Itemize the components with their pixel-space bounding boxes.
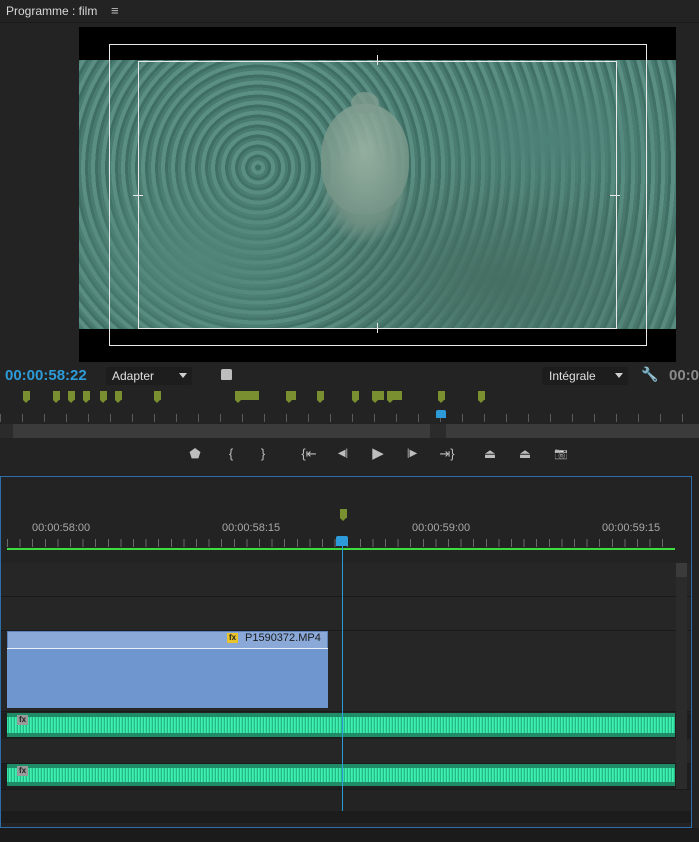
lift-icon: ⏏ <box>483 446 497 461</box>
mark-out-button[interactable]: } <box>252 446 274 462</box>
go-to-out-icon: ⇥} <box>439 446 455 461</box>
playhead-timecode[interactable]: 00:00:58:22 <box>5 367 87 384</box>
audio-track-gap <box>1 739 691 764</box>
timeline-marker[interactable] <box>100 391 107 403</box>
step-forward-button[interactable]: |▶ <box>401 446 423 462</box>
scrollbar-thumb[interactable] <box>13 424 430 438</box>
extract-icon: ⏏ <box>518 446 532 461</box>
timeline-marker[interactable] <box>154 391 161 403</box>
audio-clip[interactable]: fx <box>7 713 675 737</box>
lift-button[interactable]: ⏏ <box>479 446 501 462</box>
panel-tab-bar: Programme : film ≡ <box>0 0 699 23</box>
program-monitor-panel: Programme : film ≡ 00:00:58:22 Adapter I… <box>0 0 699 470</box>
marker-icon[interactable] <box>221 369 232 380</box>
work-area-bar[interactable] <box>7 548 675 550</box>
ruler-label: 00:00:58:00 <box>32 522 91 534</box>
playhead-line[interactable] <box>342 545 343 813</box>
opacity-line[interactable] <box>7 648 328 649</box>
timeline-marker[interactable] <box>478 391 485 403</box>
audio-waveform <box>7 717 675 733</box>
marker-icon: ⬟ <box>189 446 201 461</box>
wrench-icon[interactable]: 🔧 <box>641 366 658 383</box>
play-icon: ▶ <box>372 445 384 462</box>
fx-badge-icon[interactable]: fx <box>17 715 28 725</box>
video-clip-name: P1590372.MP4 <box>245 632 321 644</box>
timeline-marker[interactable] <box>83 391 90 403</box>
timeline-marker[interactable] <box>372 391 384 403</box>
ruler-label: 00:00:58:15 <box>222 522 281 534</box>
step-forward-icon: |▶ <box>406 448 418 459</box>
go-to-out-button[interactable]: ⇥} <box>436 446 458 462</box>
camera-icon: 📷 <box>554 448 568 460</box>
panel-title[interactable]: Programme : film <box>6 4 97 18</box>
mark-in-icon: { <box>228 446 234 461</box>
horizontal-scrollbar[interactable] <box>1 811 691 823</box>
timeline-marker[interactable] <box>340 509 347 521</box>
duration-timecode[interactable]: 00:0 <box>669 367 699 384</box>
extract-button[interactable]: ⏏ <box>514 446 536 462</box>
timeline-panel: 00:00:58:00 00:00:58:15 00:00:59:00 00:0… <box>0 476 692 828</box>
play-button[interactable]: ▶ <box>367 446 389 462</box>
timeline-marker[interactable] <box>387 391 402 403</box>
ruler-label: 00:00:59:00 <box>412 522 471 534</box>
safe-tick-bottom <box>377 323 378 333</box>
step-back-button[interactable]: ◀| <box>332 446 354 462</box>
mark-in-button[interactable]: { <box>220 446 242 462</box>
zoom-scrollbar[interactable] <box>0 424 699 438</box>
safe-tick-top <box>377 55 378 65</box>
audio-clip[interactable]: fx <box>7 764 675 786</box>
bottom-bar <box>0 828 699 842</box>
video-clip-body <box>7 649 328 708</box>
hamburger-menu-icon[interactable]: ≡ <box>111 3 119 18</box>
safe-tick-right <box>610 195 620 196</box>
mini-playhead[interactable] <box>436 410 446 418</box>
quality-dropdown-label: Intégrale <box>549 369 596 383</box>
timeline-ruler[interactable]: 00:00:58:00 00:00:58:15 00:00:59:00 00:0… <box>1 477 691 551</box>
ruler-label: 00:00:59:15 <box>602 522 661 534</box>
scrollbar-track <box>446 424 699 438</box>
mark-out-icon: } <box>260 446 266 461</box>
title-safe-margin <box>138 61 617 329</box>
playback-quality-dropdown[interactable]: Intégrale <box>542 367 628 385</box>
timeline-marker[interactable] <box>317 391 324 403</box>
timeline-marker[interactable] <box>115 391 122 403</box>
timeline-marker[interactable] <box>286 391 296 403</box>
video-track-v2[interactable] <box>1 597 691 631</box>
fx-badge-icon[interactable]: fx <box>17 766 28 776</box>
video-track-v3[interactable] <box>1 563 691 597</box>
fit-dropdown-label: Adapter <box>112 369 155 383</box>
transport-controls: ⬟ { } {⇤ ◀| ▶ |▶ ⇥} ⏏ ⏏ 📷 <box>0 442 699 468</box>
scrollbar-thumb[interactable] <box>676 563 687 577</box>
audio-waveform <box>7 768 675 782</box>
chevron-down-icon <box>615 373 623 378</box>
export-frame-button[interactable]: 📷 <box>550 446 572 462</box>
safe-tick-left <box>133 195 143 196</box>
fit-dropdown[interactable]: Adapter <box>106 367 192 385</box>
timeline-marker[interactable] <box>235 391 259 403</box>
go-to-in-icon: {⇤ <box>301 446 317 461</box>
timeline-marker[interactable] <box>438 391 445 403</box>
fx-badge-icon[interactable]: fx <box>227 633 238 643</box>
timeline-marker[interactable] <box>23 391 30 403</box>
video-frame[interactable] <box>79 27 676 362</box>
vertical-scrollbar[interactable] <box>676 563 687 789</box>
timeline-marker[interactable] <box>68 391 75 403</box>
chevron-down-icon <box>179 373 187 378</box>
add-marker-button[interactable]: ⬟ <box>184 446 206 462</box>
step-back-icon: ◀| <box>337 448 349 459</box>
timeline-marker[interactable] <box>53 391 60 403</box>
mini-ruler-ticks <box>0 414 699 422</box>
go-to-in-button[interactable]: {⇤ <box>298 446 320 462</box>
timeline-marker[interactable] <box>352 391 359 403</box>
